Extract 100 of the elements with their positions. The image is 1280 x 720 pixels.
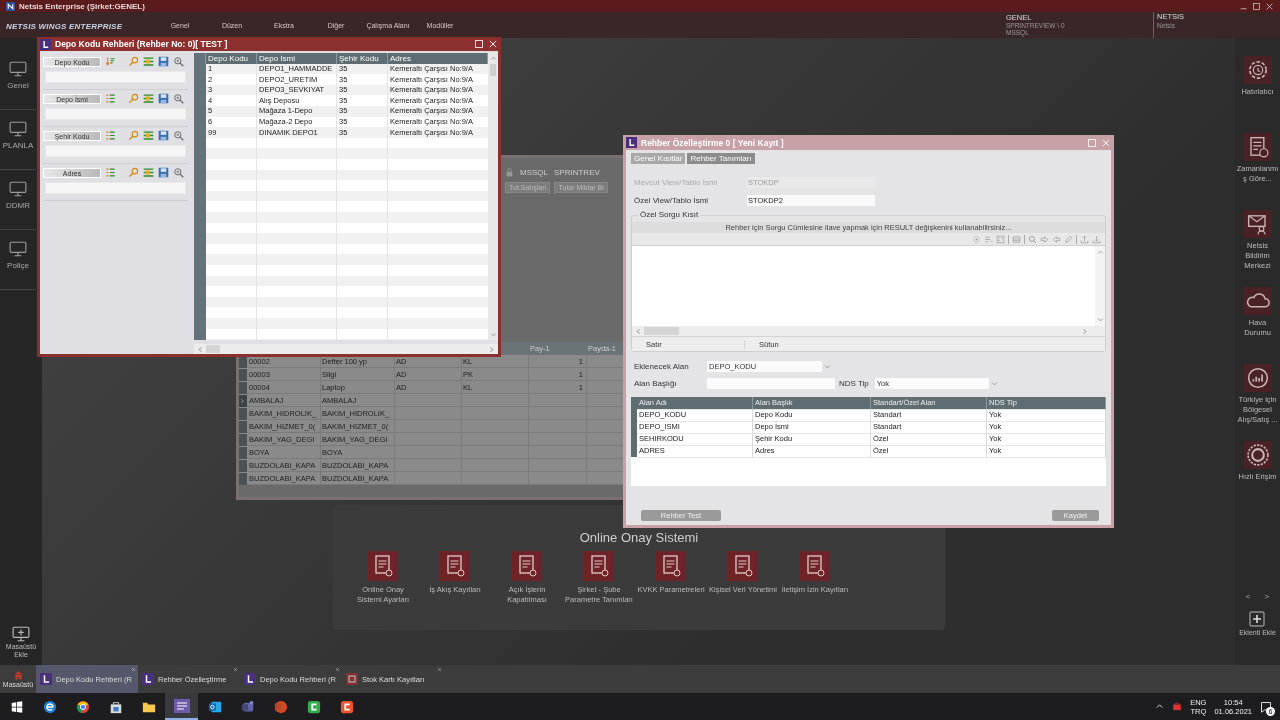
- add-icon[interactable]: [1249, 611, 1266, 627]
- chevron-up-icon[interactable]: [1155, 702, 1165, 711]
- scroll-left-icon[interactable]: [197, 345, 204, 353]
- filter-icon[interactable]: [143, 130, 154, 141]
- list-icon[interactable]: [984, 234, 993, 244]
- bar-chart-icon[interactable]: [1243, 364, 1272, 392]
- save-icon[interactable]: [158, 167, 169, 178]
- gear-clock-icon[interactable]: [1243, 56, 1272, 84]
- scroll-thumb[interactable]: [206, 345, 220, 353]
- row-header[interactable]: [239, 394, 247, 407]
- scrollbar[interactable]: [194, 344, 498, 354]
- scroll-right-icon[interactable]: [488, 345, 495, 353]
- row-header[interactable]: [239, 433, 247, 446]
- tray-app-icon[interactable]: [1172, 701, 1183, 712]
- sidebar-item[interactable]: DDMR: [0, 170, 36, 230]
- zoom-icon[interactable]: [173, 130, 184, 141]
- document-gear-icon[interactable]: [440, 551, 470, 581]
- row-header[interactable]: [239, 472, 247, 485]
- document-gear-icon[interactable]: [368, 551, 398, 581]
- document-gear-icon[interactable]: [512, 551, 542, 581]
- scroll-left-icon[interactable]: [635, 327, 642, 335]
- close-icon[interactable]: [335, 667, 340, 672]
- row-header[interactable]: [239, 420, 247, 433]
- clipboard-clock-icon[interactable]: [1243, 133, 1272, 161]
- pager-arrow[interactable]: <: [1245, 592, 1251, 601]
- video-editor-icon[interactable]: [339, 699, 354, 714]
- column-header[interactable]: Şehir Kodu: [337, 53, 388, 64]
- rows-icon[interactable]: [1012, 234, 1021, 244]
- scroll-thumb[interactable]: [644, 327, 679, 335]
- document-gear-icon[interactable]: [800, 551, 830, 581]
- arrow-left-icon[interactable]: [1052, 234, 1061, 244]
- notification-icon[interactable]: [1260, 700, 1272, 713]
- close-icon[interactable]: [131, 667, 136, 672]
- add-monitor-icon[interactable]: [12, 625, 30, 643]
- browser-circle-icon[interactable]: [75, 699, 90, 714]
- zoom-icon[interactable]: [173, 93, 184, 104]
- restore-icon[interactable]: [1252, 1, 1261, 11]
- ring-icon[interactable]: [1243, 441, 1272, 469]
- zoom-icon[interactable]: [173, 56, 184, 67]
- scrollbar[interactable]: [1095, 246, 1105, 326]
- scroll-up-icon[interactable]: [1096, 249, 1104, 256]
- netsis-app-icon[interactable]: [173, 698, 190, 713]
- scrollbar[interactable]: [488, 53, 498, 340]
- sidebar-item[interactable]: Poliçe: [0, 230, 36, 290]
- chevron-down-icon[interactable]: [990, 380, 998, 387]
- document-gear-icon[interactable]: [584, 551, 614, 581]
- search-icon[interactable]: [128, 56, 139, 67]
- row-header[interactable]: [239, 381, 247, 394]
- scroll-right-icon[interactable]: [1081, 327, 1088, 335]
- sort-icon: [105, 56, 116, 67]
- filter-icon[interactable]: [143, 93, 154, 104]
- row-header[interactable]: [239, 407, 247, 420]
- screen-recorder-icon[interactable]: [306, 699, 321, 714]
- upload-icon[interactable]: [1080, 234, 1089, 244]
- sidebar-item[interactable]: Genel: [0, 50, 36, 110]
- row-header[interactable]: [239, 446, 247, 459]
- search-icon[interactable]: [128, 167, 139, 178]
- document-gear-icon[interactable]: [656, 551, 686, 581]
- save-icon[interactable]: [158, 93, 169, 104]
- column-header[interactable]: Depo Kodu: [206, 53, 257, 64]
- cloud-icon[interactable]: [1243, 287, 1272, 315]
- chat-app-icon[interactable]: [240, 699, 255, 714]
- filter-icon[interactable]: [143, 167, 154, 178]
- download-icon[interactable]: [1092, 234, 1101, 244]
- scroll-thumb[interactable]: [490, 64, 496, 76]
- text-field[interactable]: [707, 378, 835, 389]
- slides-app-icon[interactable]: [273, 699, 288, 714]
- pager-arrow[interactable]: >: [1264, 592, 1270, 601]
- chevron-down-icon[interactable]: [824, 363, 831, 370]
- document-gear-icon[interactable]: [728, 551, 758, 581]
- mail-app-icon[interactable]: [207, 699, 222, 714]
- search-icon[interactable]: [1028, 234, 1037, 244]
- maximize-icon[interactable]: [474, 39, 484, 49]
- column-header[interactable]: Adres: [388, 53, 488, 64]
- zoom-icon[interactable]: [173, 167, 184, 178]
- row-header[interactable]: [239, 368, 247, 381]
- scroll-down-icon[interactable]: [489, 331, 497, 338]
- filter-icon[interactable]: [143, 56, 154, 67]
- close-icon[interactable]: [233, 667, 238, 672]
- search-icon[interactable]: [128, 130, 139, 141]
- close-icon[interactable]: [1265, 1, 1274, 11]
- arrow-right-icon[interactable]: [1040, 234, 1049, 244]
- close-icon[interactable]: [437, 667, 442, 672]
- shopping-bag-icon[interactable]: [108, 699, 123, 714]
- scroll-down-icon[interactable]: [1096, 316, 1104, 323]
- column-header[interactable]: Depo İsmi: [257, 53, 337, 64]
- windows-icon[interactable]: [10, 700, 23, 713]
- scrollbar[interactable]: [632, 326, 1105, 336]
- app-l-icon: [626, 137, 637, 148]
- list-icon: [105, 130, 116, 141]
- sidebar-item[interactable]: PLANLA: [0, 110, 36, 170]
- save-icon[interactable]: [158, 130, 169, 141]
- scroll-up-icon[interactable]: [489, 55, 497, 62]
- active-app-button[interactable]: [165, 693, 198, 720]
- envelope-person-icon[interactable]: [1243, 210, 1272, 238]
- row-header[interactable]: [239, 459, 247, 472]
- save-icon[interactable]: [158, 56, 169, 67]
- browser-e-icon[interactable]: [42, 699, 57, 714]
- form-icon[interactable]: [996, 234, 1005, 244]
- search-icon[interactable]: [128, 93, 139, 104]
